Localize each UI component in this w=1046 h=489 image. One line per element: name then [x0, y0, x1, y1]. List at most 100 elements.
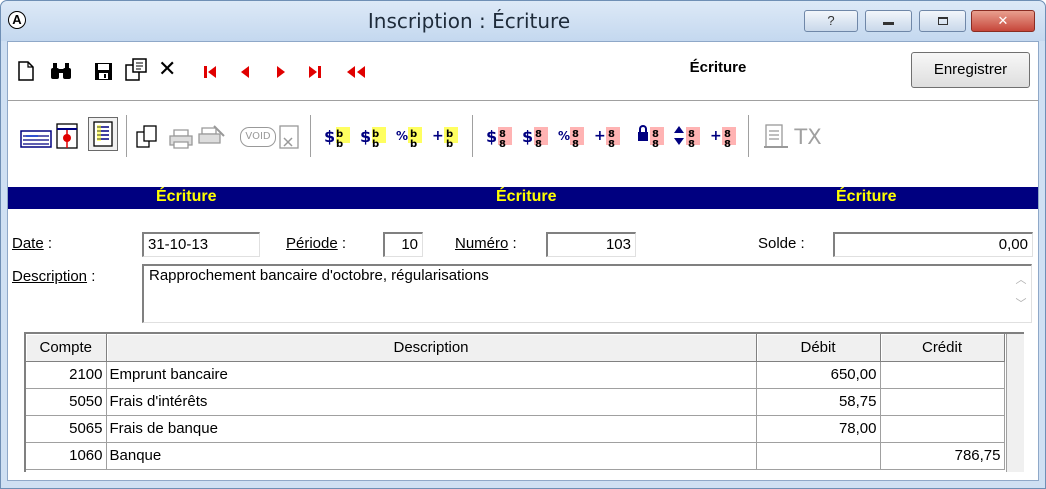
toolbar-separator [126, 115, 128, 157]
svg-text:%: % [558, 129, 570, 143]
cell-description[interactable]: Emprunt bancaire [106, 361, 757, 389]
toolbar-separator [310, 115, 312, 157]
header-label-left: Écriture [156, 188, 217, 205]
svg-text:8: 8 [724, 139, 731, 150]
numero-field[interactable]: 103 [546, 232, 636, 257]
cell-description[interactable]: Frais de banque [106, 415, 757, 443]
cell-description[interactable]: Frais d'intérêts [106, 388, 757, 416]
foreign-currency-b-icon[interactable]: $ 8 8 [520, 121, 554, 153]
add-foreign-icon[interactable]: + 8 8 [708, 121, 742, 153]
void-entry-icon: VOID [240, 127, 276, 147]
svg-text:$: $ [486, 127, 497, 146]
print-icon [169, 129, 193, 149]
print-preview-icon [198, 125, 225, 144]
foreign-currency-a-icon[interactable]: $ 8 8 [484, 121, 518, 153]
foreign-add-icon[interactable]: + 8 8 [592, 121, 626, 153]
close-button[interactable]: ✕ [971, 10, 1035, 32]
percent-entry-icon[interactable]: % b b [394, 121, 428, 153]
save-disk-icon[interactable] [94, 62, 113, 81]
scroll-up-icon[interactable]: ︿ [1013, 268, 1029, 292]
numero-label-text: Numéro [455, 235, 509, 252]
svg-text:8: 8 [608, 139, 615, 150]
date-label: Date : [12, 235, 53, 252]
column-header-debit[interactable]: Débit [756, 334, 881, 362]
periode-label: Période : [286, 235, 347, 252]
cell-credit[interactable] [880, 361, 1005, 389]
solde-label: Solde : [758, 235, 805, 252]
maximize-button[interactable] [919, 10, 966, 32]
svg-text:8: 8 [499, 139, 506, 150]
entry-lines-table: Compte Description Débit Crédit 2100 Emp… [26, 334, 1005, 470]
add-amount-icon[interactable]: + b b [430, 121, 464, 153]
svg-text:b: b [410, 139, 417, 150]
toolbar-separator [472, 115, 474, 157]
minimize-icon [883, 22, 894, 25]
svg-text:$: $ [324, 127, 335, 146]
cell-debit[interactable] [756, 442, 881, 470]
table-row[interactable]: 2100 Emprunt bancaire 650,00 [26, 361, 1005, 389]
currency-dollar-b-icon[interactable]: $ b b [358, 121, 392, 153]
foreign-percent-icon[interactable]: % 8 8 [556, 121, 590, 153]
header-label-center: Écriture [496, 188, 557, 205]
svg-text:%: % [396, 129, 408, 143]
column-header-description[interactable]: Description [106, 334, 757, 362]
maximize-icon [937, 17, 948, 25]
cell-credit[interactable]: 786,75 [880, 442, 1005, 470]
last-record-icon[interactable] [308, 65, 322, 79]
description-textarea[interactable]: Rapprochement bancaire d'octobre, régula… [142, 264, 1032, 323]
lock-currency-icon[interactable]: 8 8 [636, 121, 670, 153]
date-label-text: Date [12, 235, 44, 252]
help-button[interactable]: ? [804, 10, 858, 32]
currency-dollar-a-icon[interactable]: $ b b [322, 121, 356, 153]
next-record-icon[interactable] [276, 65, 286, 79]
scroll-down-icon[interactable]: ﹀ [1013, 292, 1029, 316]
svg-text:+: + [710, 128, 722, 144]
cell-compte[interactable]: 5065 [26, 415, 107, 443]
cell-debit[interactable]: 78,00 [756, 415, 881, 443]
save-button[interactable]: Enregistrer [911, 52, 1030, 88]
entry-view-button[interactable] [88, 117, 118, 151]
column-header-compte[interactable]: Compte [26, 334, 107, 362]
cell-credit[interactable] [880, 415, 1005, 443]
delete-icon[interactable]: ✕ [158, 57, 176, 82]
duplicate-icon[interactable] [134, 121, 160, 153]
cell-debit[interactable]: 58,75 [756, 388, 881, 416]
adjust-entry-icon[interactable] [54, 119, 80, 151]
entry-lines-grid: Compte Description Débit Crédit 2100 Emp… [24, 332, 1024, 472]
sort-currency-icon[interactable]: 8 8 [672, 121, 706, 153]
numero-label: Numéro : [455, 235, 517, 252]
description-label: Description : [12, 268, 96, 285]
rewind-icon[interactable] [346, 65, 366, 79]
periode-field[interactable]: 10 [383, 232, 423, 257]
new-document-icon[interactable] [18, 61, 34, 81]
column-header-credit[interactable]: Crédit [880, 334, 1005, 362]
cell-compte[interactable]: 1060 [26, 442, 107, 470]
form-title-label: Écriture [689, 59, 747, 76]
date-field[interactable]: 31-10-13 [142, 232, 260, 257]
previous-record-icon[interactable] [240, 65, 250, 79]
secondary-toolbar: VOID $ b b $ b b % b b + b b $ 8 8 $ 8 8… [8, 101, 1038, 185]
main-toolbar: ✕ Écriture Enregistrer [8, 42, 1038, 100]
svg-text:+: + [432, 128, 444, 144]
svg-text:8: 8 [572, 139, 579, 150]
cell-compte[interactable]: 5050 [26, 388, 107, 416]
svg-text:b: b [446, 139, 453, 150]
table-row[interactable]: 5065 Frais de banque 78,00 [26, 415, 1005, 443]
find-binoculars-icon[interactable] [50, 62, 72, 80]
cell-compte[interactable]: 2100 [26, 361, 107, 389]
svg-text:8: 8 [688, 139, 695, 150]
header-label-right: Écriture [836, 188, 897, 205]
description-scrollbar[interactable]: ︿ ﹀ [1013, 268, 1029, 320]
journal-lines-icon[interactable] [20, 123, 54, 155]
svg-text:$: $ [522, 127, 533, 146]
cell-debit[interactable]: 650,00 [756, 361, 881, 389]
first-record-icon[interactable] [203, 65, 217, 79]
copy-entry-icon[interactable] [124, 57, 148, 81]
table-row[interactable]: 5050 Frais d'intérêts 58,75 [26, 388, 1005, 416]
title-bar[interactable]: A Inscription : Écriture ? ✕ [1, 1, 1045, 41]
grid-empty-area [1006, 334, 1024, 472]
cell-description[interactable]: Banque [106, 442, 757, 470]
table-row[interactable]: 1060 Banque 786,75 [26, 442, 1005, 470]
minimize-button[interactable] [865, 10, 912, 32]
cell-credit[interactable] [880, 388, 1005, 416]
